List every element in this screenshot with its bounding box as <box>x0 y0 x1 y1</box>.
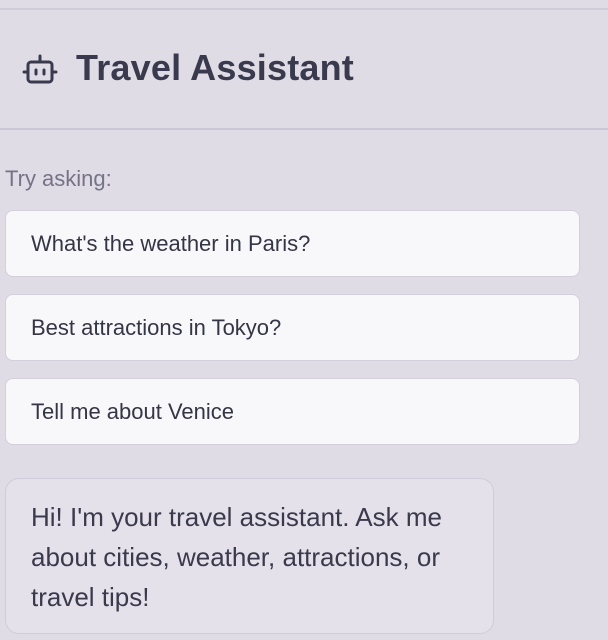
page-title: Travel Assistant <box>76 47 354 88</box>
suggestion-label: What's the weather in Paris? <box>31 230 311 256</box>
chat-header: Travel Assistant <box>0 10 608 128</box>
assistant-message-bubble: Hi! I'm your travel assistant. Ask me ab… <box>5 478 494 634</box>
message-text: Hi! I'm your travel assistant. Ask me ab… <box>31 502 442 612</box>
header-divider <box>0 128 608 130</box>
suggestion-label: Tell me about Venice <box>31 398 235 424</box>
suggestion-button-tokyo-attractions[interactable]: Best attractions in Tokyo? <box>5 294 580 361</box>
suggestion-button-paris-weather[interactable]: What's the weather in Paris? <box>5 210 580 277</box>
chat-panel: Travel Assistant Try asking: What's the … <box>0 0 608 640</box>
suggestion-button-venice[interactable]: Tell me about Venice <box>5 378 580 445</box>
robot-icon <box>22 52 58 88</box>
suggestions-label: Try asking: <box>5 166 112 191</box>
suggestion-label: Best attractions in Tokyo? <box>31 314 282 340</box>
